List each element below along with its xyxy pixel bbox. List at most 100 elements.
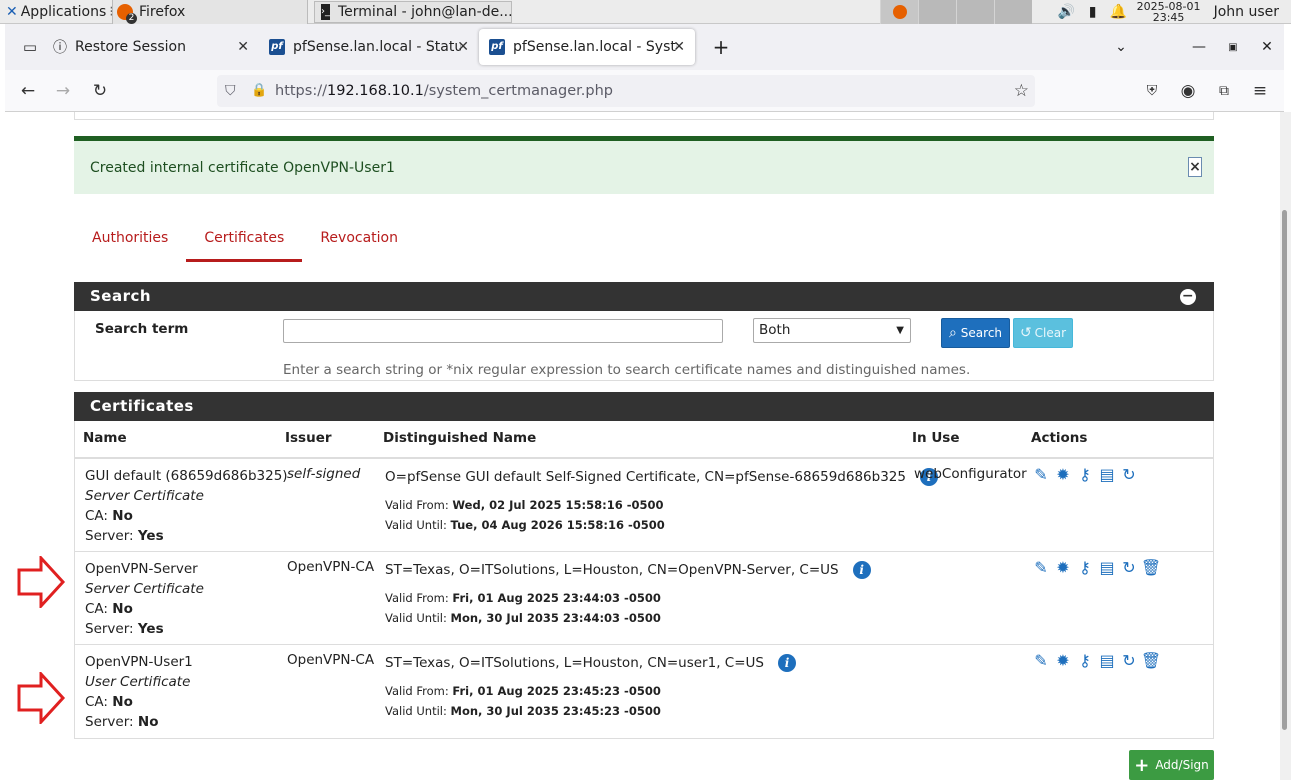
search-scope-select[interactable]: Both ▼ [753, 318, 911, 343]
page-scrollbar[interactable] [1280, 112, 1291, 780]
edit-pencil-icon[interactable]: ✎ [1032, 465, 1050, 484]
annotation-arrow-icon [17, 672, 66, 724]
info-icon[interactable]: i [777, 654, 796, 672]
export-cert-icon[interactable]: ✹ [1054, 651, 1072, 670]
alert-close-button[interactable]: × [1188, 157, 1202, 177]
cert-dn: O=pfSense GUI default Self-Signed Certif… [385, 468, 938, 486]
navigation-toolbar: ← → ↻ ⛉ 🔒 https://192.168.10.1/system_ce… [5, 70, 1284, 112]
minimize-button[interactable]: — [1182, 24, 1216, 70]
search-icon: ⌕ [948, 325, 957, 341]
export-key-icon[interactable]: ⚷ [1076, 651, 1094, 670]
search-button-label: Search [960, 326, 1003, 340]
app-menu-button[interactable]: ≡ [1243, 74, 1277, 108]
server-label: Server: [85, 714, 134, 730]
edit-pencil-icon[interactable]: ✎ [1032, 558, 1050, 577]
firefox-view-button[interactable]: ▭ [13, 30, 47, 64]
tab-pfsense-system[interactable]: pf pfSense.lan.local - System ✕ [479, 29, 695, 65]
edit-pencil-icon[interactable]: ✎ [1032, 651, 1050, 670]
shield-icon: ⛉ [225, 82, 236, 99]
export-cert-icon[interactable]: ✹ [1054, 558, 1072, 577]
ca-label: CA: [85, 694, 108, 710]
column-distinguished-name: Distinguished Name [383, 430, 537, 446]
tab-authorities[interactable]: Authorities [74, 218, 186, 262]
reload-button[interactable]: ↻ [83, 74, 117, 108]
scrollbar-thumb[interactable] [1282, 210, 1287, 730]
pfsense-favicon-icon: pf [489, 39, 505, 55]
cert-name-cell: GUI default (68659d686b325) Server Certi… [85, 466, 288, 546]
valid-from: Valid From: Wed, 02 Jul 2025 15:58:16 -0… [385, 498, 664, 512]
account-button[interactable]: ◉ [1171, 74, 1205, 108]
renew-icon[interactable]: ↻ [1120, 465, 1138, 484]
applications-menu-button[interactable]: ✕ Applications ⁝ [0, 0, 114, 24]
maximize-icon: ▣ [1228, 41, 1238, 53]
workspace-3[interactable] [956, 0, 994, 24]
tab-restore-session[interactable]: ⓘ Restore Session ✕ [43, 29, 259, 65]
column-actions: Actions [1031, 430, 1088, 446]
info-circle-icon: ⓘ [53, 40, 67, 56]
cert-name: OpenVPN-User1 [85, 654, 193, 670]
extensions-button[interactable]: ⧉ [1207, 74, 1241, 108]
clear-button[interactable]: ↺ Clear [1013, 318, 1073, 348]
url-bar[interactable]: ⛉ 🔒 https://192.168.10.1/system_certmana… [217, 74, 1035, 107]
reload-icon: ↻ [92, 80, 108, 101]
taskbar-terminal[interactable]: ›_ Terminal - john@lan-de... [314, 0, 513, 23]
cert-actions: ✎ ✹ ⚷ ▤ ↻ 🗑 [1032, 558, 1161, 577]
bookmark-star-icon[interactable]: ☆ [1014, 81, 1029, 101]
table-header: Name Issuer Distinguished Name In Use Ac… [75, 421, 1213, 459]
pocket-button[interactable]: ⛨ [1135, 74, 1169, 108]
valid-until: Valid Until: Mon, 30 Jul 2035 23:45:23 -… [385, 704, 661, 718]
desktop-panel: ✕ Applications ⁝ 2 Firefox ›_ Terminal -… [0, 0, 1291, 24]
tab-revocation[interactable]: Revocation [302, 218, 416, 262]
list-all-tabs-button[interactable]: ⌄ [1104, 24, 1138, 70]
export-p12-archive-icon[interactable]: ▤ [1098, 558, 1116, 577]
close-window-button[interactable]: ✕ [1250, 24, 1284, 70]
add-sign-button[interactable]: + Add/Sign [1129, 750, 1214, 780]
column-name: Name [83, 430, 127, 446]
workspace-4[interactable] [994, 0, 1032, 24]
renew-icon[interactable]: ↻ [1120, 558, 1138, 577]
export-p12-archive-icon[interactable]: ▤ [1098, 651, 1116, 670]
battery-icon[interactable]: ▮ [1080, 4, 1106, 20]
ca-label: CA: [85, 601, 108, 617]
search-input[interactable] [283, 319, 723, 343]
delete-trash-icon[interactable]: 🗑 [1141, 651, 1161, 670]
collapse-icon[interactable]: − [1180, 289, 1196, 305]
close-icon: ✕ [1261, 39, 1273, 55]
info-icon[interactable]: i [852, 561, 871, 579]
valid-from: Valid From: Fri, 01 Aug 2025 23:45:23 -0… [385, 684, 661, 698]
export-key-icon[interactable]: ⚷ [1076, 465, 1094, 484]
tab-certificates[interactable]: Certificates [186, 218, 303, 262]
window-count-badge: 2 [126, 12, 137, 24]
close-tab-icon[interactable]: ✕ [673, 39, 685, 55]
delete-trash-icon[interactable]: 🗑 [1141, 558, 1161, 577]
firefox-icon: 2 [117, 3, 137, 24]
workspace-2[interactable] [918, 0, 956, 24]
back-button[interactable]: ← [11, 74, 45, 108]
taskbar-firefox[interactable]: 2 Firefox [112, 0, 308, 24]
search-button[interactable]: ⌕ Search [941, 318, 1010, 348]
export-p12-archive-icon[interactable]: ▤ [1098, 465, 1116, 484]
server-value: No [137, 714, 159, 730]
workspace-1[interactable] [880, 0, 918, 24]
search-panel-heading: Search − [74, 282, 1214, 311]
valid-until-value: Mon, 30 Jul 2035 23:45:23 -0500 [450, 704, 661, 718]
tab-pfsense-status[interactable]: pf pfSense.lan.local - Status ✕ [259, 29, 479, 65]
close-tab-icon[interactable]: ✕ [237, 39, 249, 55]
lock-icon: 🔒 [251, 83, 268, 98]
chevron-down-icon: ▼ [896, 325, 904, 336]
export-cert-icon[interactable]: ✹ [1054, 465, 1072, 484]
clock[interactable]: 2025-08-01 23:45 [1132, 1, 1206, 23]
volume-icon[interactable]: 🔊 [1054, 4, 1080, 20]
terminal-icon: ›_ [321, 3, 330, 20]
notification-bell-icon[interactable]: 🔔 [1106, 4, 1132, 20]
new-tab-button[interactable]: + [703, 29, 739, 65]
close-tab-icon[interactable]: ✕ [457, 39, 469, 55]
user-menu[interactable]: John user [1206, 4, 1291, 20]
export-key-icon[interactable]: ⚷ [1076, 558, 1094, 577]
minimize-icon: — [1192, 39, 1206, 55]
forward-button[interactable]: → [46, 74, 80, 108]
hamburger-menu-icon: ≡ [1252, 80, 1268, 101]
maximize-button[interactable]: ▣ [1216, 24, 1250, 70]
firefox-view-icon: ▭ [22, 38, 38, 56]
renew-icon[interactable]: ↻ [1120, 651, 1138, 670]
